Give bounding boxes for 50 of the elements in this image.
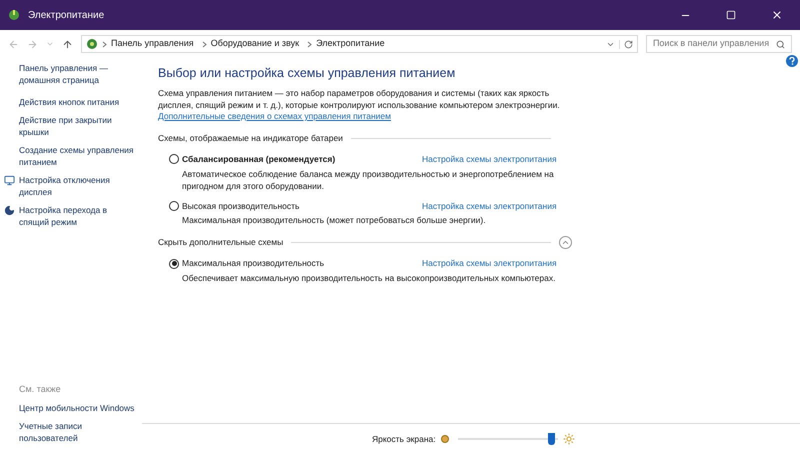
group-heading: Скрыть дополнительные схемы: [158, 236, 284, 250]
breadcrumb[interactable]: Электропитание: [316, 37, 385, 51]
more-info-link[interactable]: Дополнительные сведения о схемах управления питанием: [158, 111, 572, 122]
dim-sun-icon: [440, 435, 449, 443]
maximize-icon: [726, 10, 736, 20]
plan-settings-link[interactable]: Настройка схемы электропитания: [422, 200, 557, 212]
sidebar-link[interactable]: Панель управления — домашняя страница: [19, 62, 139, 86]
plan-description: Автоматическое соблюдение баланса между производительностью и энергопотреблением на пригодном для этого оборудовании.: [181, 168, 555, 192]
sidebar-link[interactable]: Центр мобильности Windows: [19, 402, 142, 414]
plan-name[interactable]: Максимальная производительность: [182, 257, 422, 270]
sidebar-link[interactable]: Учетные записи пользователей: [19, 420, 142, 444]
sidebar-link[interactable]: Действие при закрытии крышки: [19, 114, 139, 138]
plan-description: Максимальная производительность (может потребоваться больше энергии).: [181, 214, 487, 226]
radio-button[interactable]: [169, 258, 179, 269]
chevron-icon: [307, 40, 312, 48]
plan-name[interactable]: Сбалансированная (рекомендуется): [182, 152, 422, 166]
plan-settings-link[interactable]: Настройка схемы электропитания: [422, 152, 557, 166]
window-title: Электропитание: [28, 8, 104, 22]
page-title: Выбор или настройка схемы управления питанием: [158, 66, 456, 81]
sidebar-link[interactable]: Настройка перехода в спящий режим: [19, 204, 139, 228]
radio-button[interactable]: [169, 154, 179, 164]
description: Схема управления питанием — это набор параметров оборудования и системы (таких как яркость дисплея, спящий режим и т. д.), которые контролируют использование компьютером электроэнергии.: [158, 87, 561, 111]
search-icon: [776, 40, 785, 48]
address-bar[interactable]: Панель управления Оборудование и звук Электропитание: [81, 35, 638, 53]
slider-thumb[interactable]: [548, 433, 555, 445]
plan-description: Обеспечивает максимальную производительность на высокопроизводительных компьютерах.: [181, 272, 556, 284]
collapse-button[interactable]: [559, 236, 572, 250]
radio-button[interactable]: [169, 200, 179, 211]
control-panel-icon: [86, 38, 98, 50]
close-icon: [771, 9, 783, 21]
help-icon[interactable]: [786, 55, 798, 67]
breadcrumb[interactable]: Панель управления: [111, 37, 194, 51]
refresh-icon[interactable]: [618, 40, 633, 48]
chevron-icon: [102, 40, 107, 48]
sun-icon: [562, 433, 575, 445]
group-heading: Схемы, отображаемые на индикаторе батареи: [158, 132, 343, 145]
power-icon: [8, 9, 20, 21]
sidebar-link[interactable]: Создание схемы управления питанием: [19, 144, 139, 168]
plan-settings-link[interactable]: Настройка схемы электропитания: [422, 257, 557, 270]
sidebar-link[interactable]: Действия кнопок питания: [19, 96, 139, 108]
see-also-heading: См. также: [19, 382, 62, 396]
moon-icon: [4, 205, 15, 216]
plan-name[interactable]: Высокая производительность: [182, 200, 422, 212]
breadcrumb[interactable]: Оборудование и звук: [210, 37, 300, 51]
up-icon[interactable]: [62, 38, 73, 50]
brightness-slider[interactable]: [458, 433, 558, 445]
search-field[interactable]: Поиск в панели управления: [646, 35, 792, 53]
chevron-icon: [202, 40, 207, 48]
sidebar-link[interactable]: Настройка отключения дисплея: [19, 174, 139, 198]
brightness-label: Яркость экрана:: [372, 432, 436, 446]
